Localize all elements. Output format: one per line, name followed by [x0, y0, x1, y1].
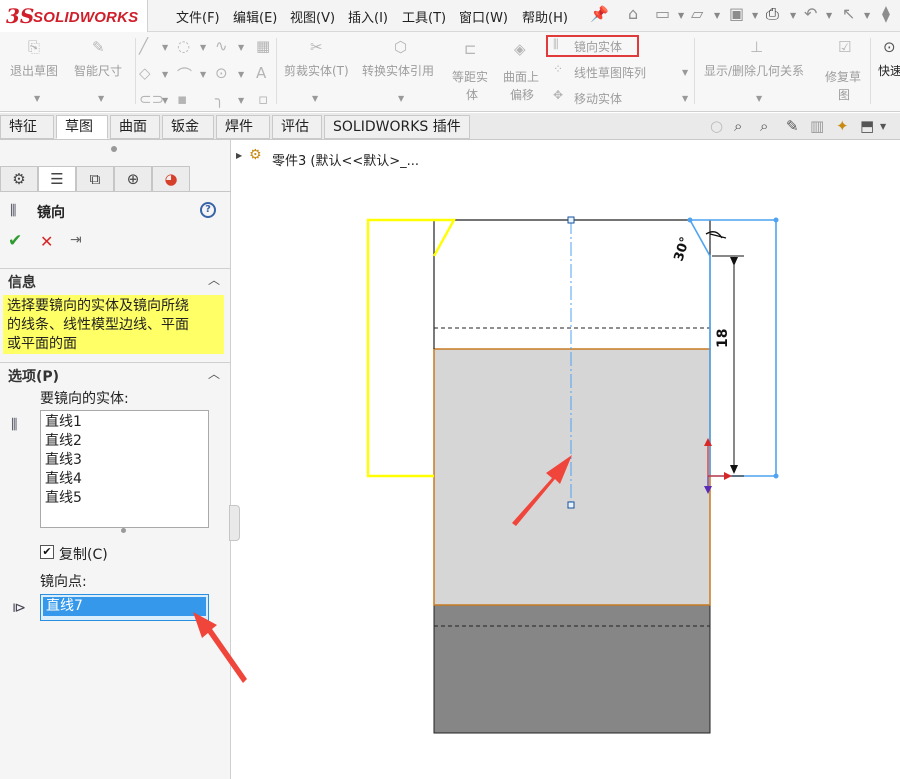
- origin-x-arrow: [724, 472, 732, 480]
- part-face-light: [433, 348, 711, 606]
- sketch-mirrored-preview: [689, 219, 711, 257]
- part-face-dark: [433, 604, 711, 734]
- graphics-area[interactable]: 18 30°: [0, 0, 900, 779]
- angle-dimension-text[interactable]: 30°: [672, 235, 694, 263]
- centerline-endpoint[interactable]: [567, 216, 575, 224]
- centerline-endpoint[interactable]: [567, 501, 575, 509]
- sketch-point[interactable]: [773, 217, 779, 223]
- length-dimension-text[interactable]: 18: [715, 329, 731, 348]
- annotation-arrow-mirror-point: [193, 612, 247, 683]
- angle-dimension-line: [709, 233, 727, 239]
- sketch-point[interactable]: [687, 217, 693, 223]
- sketch-point[interactable]: [773, 473, 779, 479]
